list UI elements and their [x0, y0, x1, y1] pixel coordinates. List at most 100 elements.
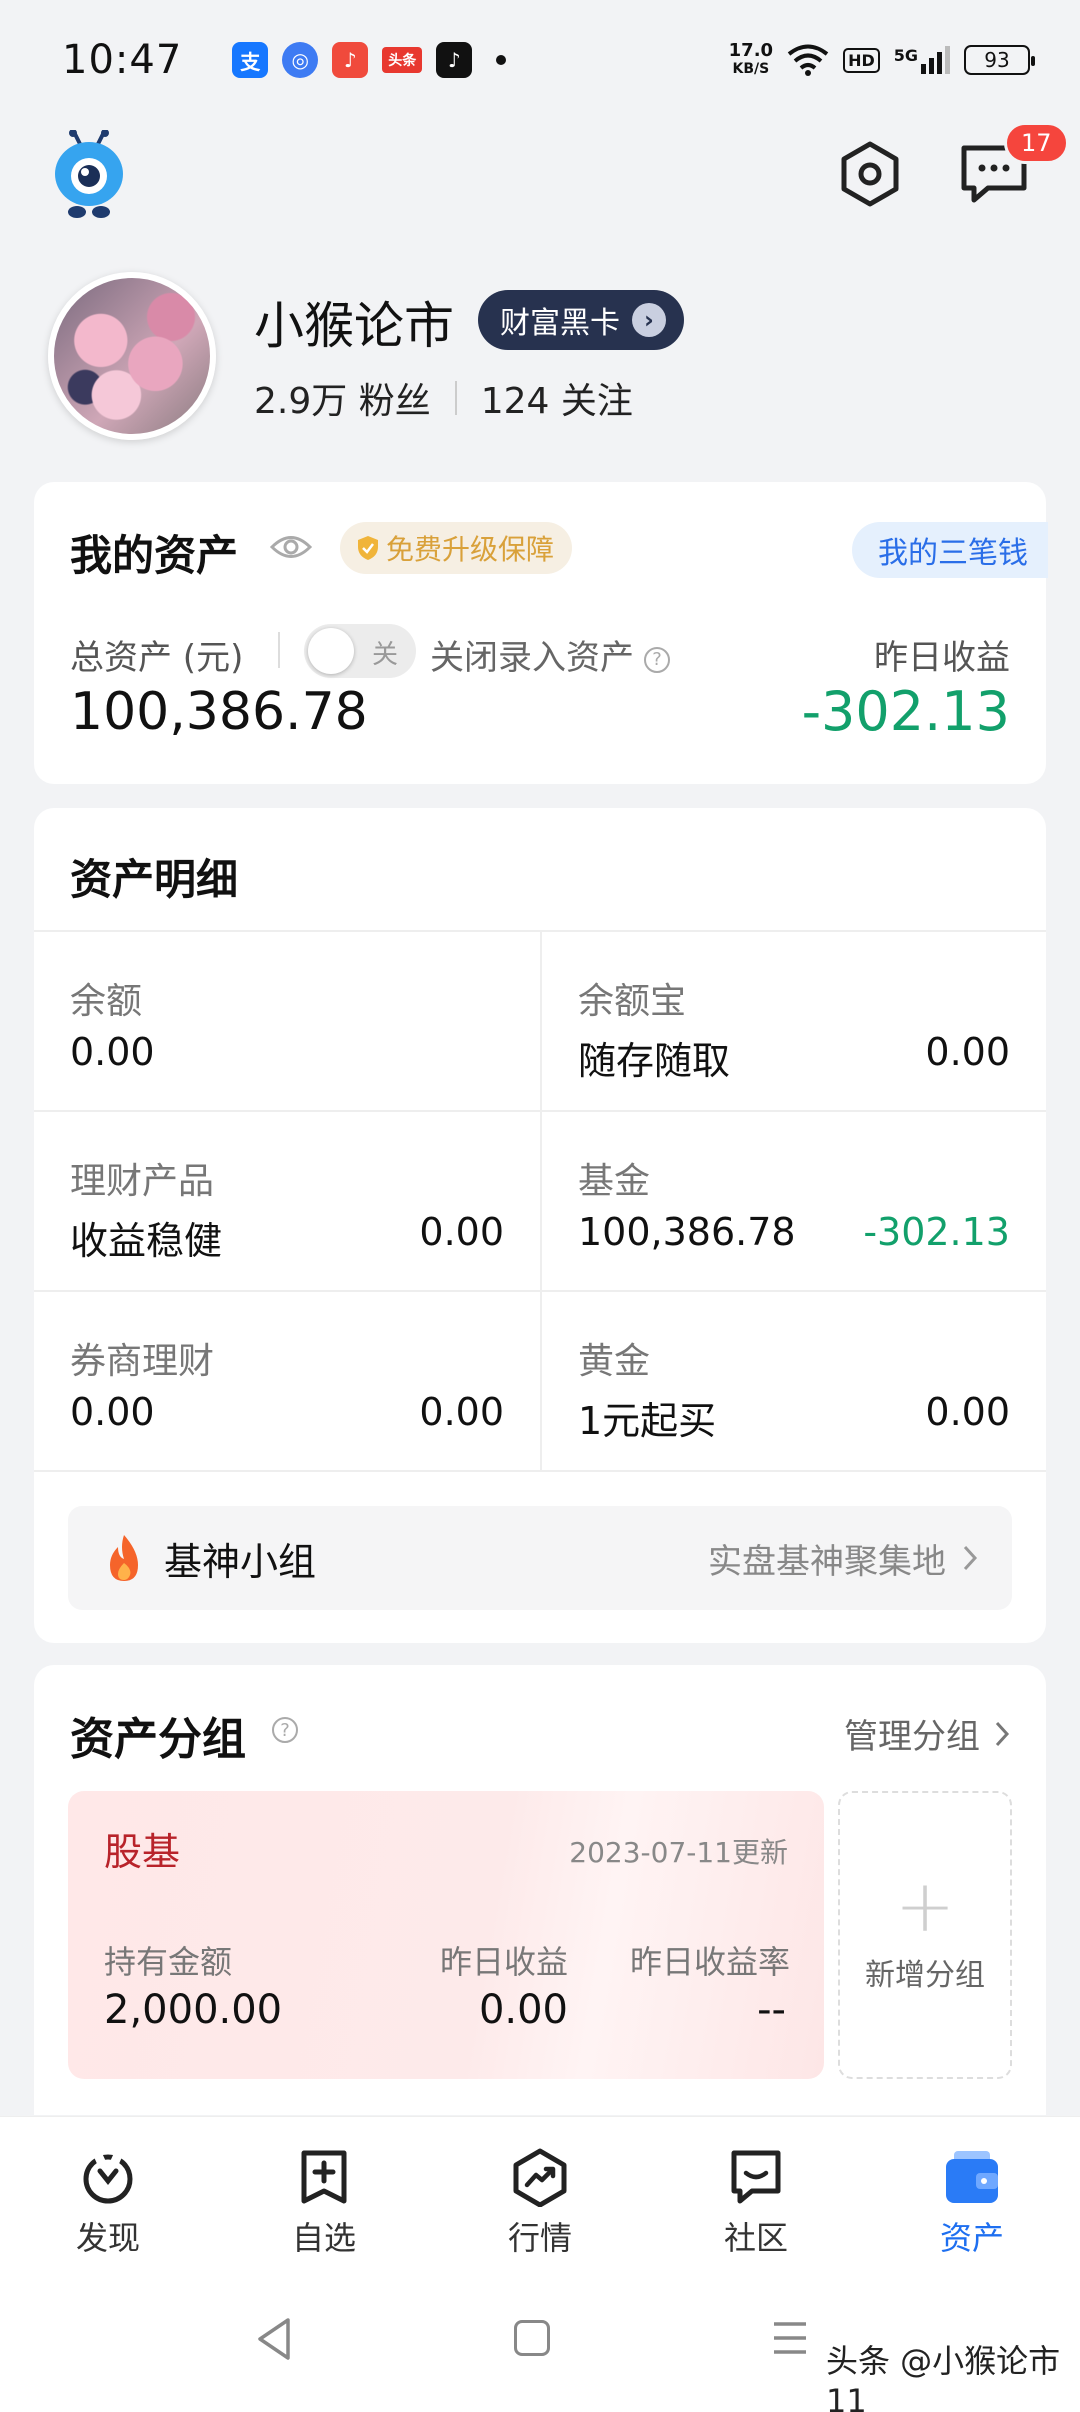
clock: 10:47 — [62, 37, 183, 83]
plus-icon: + — [894, 1864, 956, 1948]
cell-sub: 收益稳健 — [70, 1219, 223, 1263]
tab-assets[interactable]: 资产 — [864, 2117, 1080, 2276]
yuebao-cell[interactable]: 余额宝 随存随取 0.00 — [540, 932, 1046, 1110]
balance-cell[interactable]: 余额 0.00 — [34, 932, 540, 1110]
table-row: 券商理财 0.00 0.00 黄金 1元起买 0.00 — [34, 1292, 1046, 1472]
divider — [454, 381, 457, 415]
asset-group-title: 资产分组 — [70, 1714, 246, 1765]
user-profile: 小猴论市 财富黑卡 › 2.9万 粉丝 124 关注 — [48, 268, 1048, 448]
follow-stat[interactable]: 124 关注 — [481, 372, 633, 424]
fund-cell[interactable]: 基金 100,386.78 -302.13 — [540, 1112, 1046, 1290]
close-entry-text: 关闭录入资产 — [430, 638, 634, 678]
tab-market[interactable]: 行情 — [432, 2117, 648, 2276]
market-icon — [513, 2148, 567, 2207]
more-notifications-icon — [496, 55, 507, 65]
gold-cell[interactable]: 黄金 1元起买 0.00 — [540, 1292, 1046, 1470]
chevron-right-icon — [963, 1545, 978, 1571]
cell-label: 基金 — [578, 1161, 651, 1202]
add-group-label: 新增分组 — [865, 1958, 985, 1993]
tiktok-icon: ♪ — [436, 42, 473, 78]
cell-label: 黄金 — [578, 1341, 651, 1382]
cell-label: 余额宝 — [578, 981, 687, 1022]
free-upgrade-button[interactable]: 免费升级保障 — [340, 522, 573, 574]
home-icon[interactable] — [514, 2320, 550, 2356]
table-row: 余额 0.00 余额宝 随存随取 0.00 — [34, 932, 1046, 1112]
net-speed-unit: KB/S — [732, 61, 770, 77]
yesterday-earnings-value: -302.13 — [801, 680, 1010, 743]
cell-value: 0.00 — [419, 1390, 504, 1434]
avatar[interactable] — [48, 272, 216, 440]
fans-count: 2.9万 — [254, 381, 348, 422]
cell-sub: 100,386.78 — [578, 1210, 796, 1254]
tab-community[interactable]: 社区 — [648, 2117, 864, 2276]
tab-label: 行情 — [507, 2219, 572, 2257]
signal-icon: 5G — [894, 46, 950, 74]
tab-label: 自选 — [291, 2219, 356, 2257]
three-money-button[interactable]: 我的三笔钱 — [852, 522, 1048, 578]
add-group-button[interactable]: + 新增分组 — [838, 1791, 1012, 2079]
cell-sub: 0.00 — [70, 1030, 155, 1074]
tab-watchlist[interactable]: 自选 — [216, 2117, 432, 2276]
back-icon[interactable] — [254, 2316, 294, 2362]
hold-label: 持有金额 — [104, 1943, 233, 1981]
my-assets-card: 我的资产 免费升级保障 我的三笔钱 总资产 (元) 关 关闭录入资产? 100,… — [34, 482, 1048, 784]
toutiao-icon: 头条 — [382, 47, 423, 73]
battery-icon: 93 — [964, 45, 1035, 75]
asset-entry-toggle[interactable]: 关 — [304, 624, 416, 678]
rate-label: 昨日收益率 — [629, 1943, 790, 1981]
hd-icon: HD — [843, 47, 880, 73]
yesterday-earnings-label: 昨日收益 — [874, 638, 1010, 678]
cell-label: 余额 — [70, 981, 143, 1022]
eye-icon[interactable] — [270, 532, 312, 562]
wallet-icon — [946, 2151, 998, 2203]
group-card-stock-fund[interactable]: 股基 2023-07-11更新 持有金额 2,000.00 昨日收益 0.00 … — [68, 1791, 824, 2079]
vip-label: 财富黑卡 — [500, 306, 620, 341]
asset-details-card: 资产明细 余额 0.00 余额宝 随存随取 0.00 理财产品 收益稳健 0.0… — [34, 808, 1046, 1643]
hold-value: 2,000.00 — [104, 1987, 283, 2033]
tab-label: 资产 — [939, 2219, 1004, 2257]
fans-stat[interactable]: 2.9万 粉丝 — [254, 372, 431, 424]
net-speed: 17.0 KB/S — [729, 42, 773, 78]
recents-icon[interactable] — [772, 2320, 808, 2356]
follow-label: 关注 — [560, 381, 633, 422]
system-indicators: 17.0 KB/S HD 5G 93 — [729, 42, 1035, 78]
manage-groups-button[interactable]: 管理分组 — [844, 1709, 1010, 1758]
yday-label: 昨日收益 — [439, 1943, 568, 1981]
help-icon[interactable]: ? — [644, 646, 670, 673]
settings-icon[interactable] — [834, 138, 906, 210]
flame-icon — [110, 1535, 138, 1581]
group-updated: 2023-07-11更新 — [569, 1836, 788, 1869]
tab-label: 发现 — [75, 2219, 140, 2257]
toggle-text: 关 — [371, 640, 398, 670]
tab-discover[interactable]: 发现 — [0, 2117, 216, 2276]
group-banner-desc-text: 实盘基神聚集地 — [708, 1541, 946, 1582]
watchlist-icon — [301, 2150, 347, 2204]
cell-value: 0.00 — [925, 1390, 1010, 1434]
shield-icon — [358, 536, 378, 560]
cell-value: -302.13 — [863, 1210, 1010, 1254]
yday-value: 0.00 — [478, 1987, 568, 2033]
group-banner-name: 基神小组 — [164, 1539, 317, 1584]
top-header: 17 — [0, 122, 1080, 226]
discover-icon — [83, 2153, 133, 2204]
vip-card-button[interactable]: 财富黑卡 › — [478, 290, 684, 350]
cell-value: 0.00 — [419, 1210, 504, 1254]
broker-wealth-cell[interactable]: 券商理财 0.00 0.00 — [34, 1292, 540, 1470]
group-banner-desc: 实盘基神聚集地 — [708, 1534, 978, 1583]
net-speed-value: 17.0 — [728, 40, 774, 61]
watermark: 头条 @小猴论市11 — [826, 2342, 1061, 2412]
total-assets-label: 总资产 (元) — [70, 638, 244, 678]
toggle-knob — [308, 628, 354, 674]
help-icon[interactable]: ? — [272, 1717, 298, 1743]
wealth-products-cell[interactable]: 理财产品 收益稳健 0.00 — [34, 1112, 540, 1290]
total-assets-value: 100,386.78 — [70, 682, 368, 742]
divider — [278, 632, 280, 668]
community-icon — [731, 2150, 781, 2204]
upgrade-label: 免费升级保障 — [386, 533, 555, 566]
user-name[interactable]: 小猴论市 — [254, 286, 454, 358]
fund-god-group-banner[interactable]: 基神小组 实盘基神聚集地 — [68, 1506, 1012, 1610]
app-mascot-icon[interactable] — [52, 130, 126, 220]
bottom-tab-bar: 发现 自选 行情 社区 资产 — [0, 2116, 1080, 2276]
cell-label: 券商理财 — [70, 1341, 215, 1382]
manage-label: 管理分组 — [844, 1717, 980, 1757]
